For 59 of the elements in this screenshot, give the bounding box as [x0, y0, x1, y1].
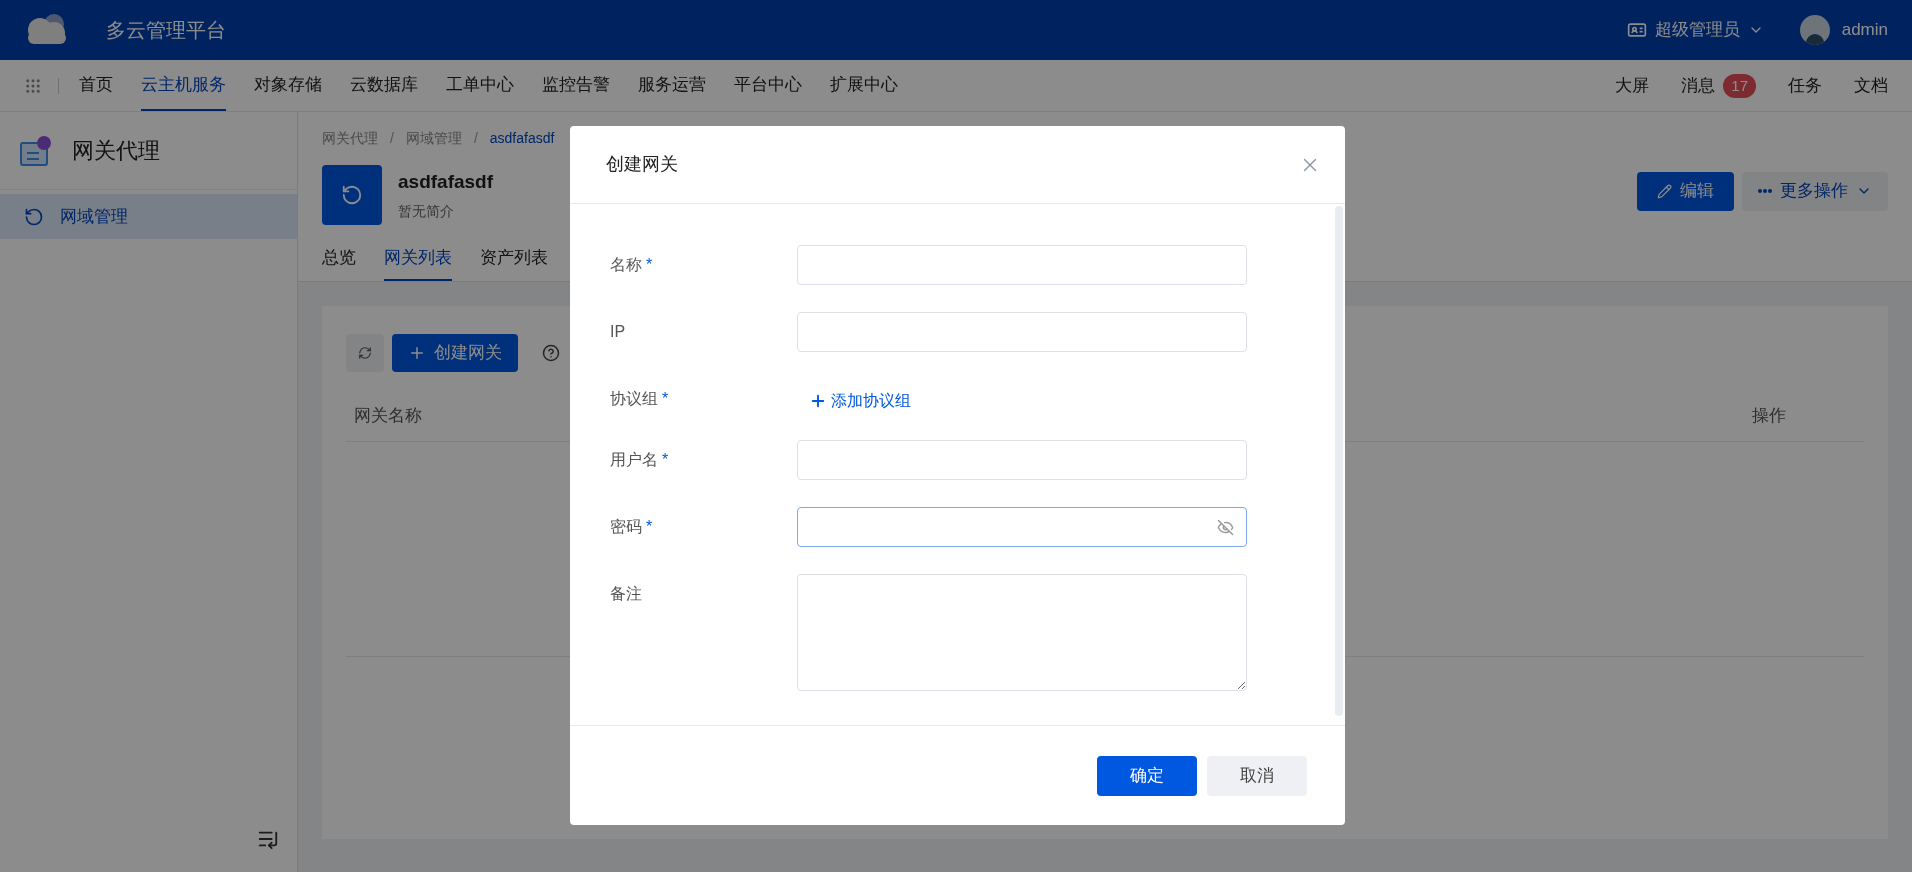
field-label: IP: [610, 322, 627, 342]
app-title: 多云管理平台: [106, 18, 226, 43]
nav-tab[interactable]: 监控告警: [542, 60, 610, 111]
help-icon[interactable]: [542, 343, 560, 362]
nav-tab[interactable]: 首页: [79, 60, 113, 111]
create-gateway-button[interactable]: 创建网关: [392, 333, 518, 372]
resource-description: 暂无简介: [398, 201, 455, 221]
password-input[interactable]: [797, 507, 1247, 547]
field-label: 协议组 *: [610, 389, 670, 409]
cycle-icon: [24, 206, 44, 227]
plus-icon: [809, 392, 827, 410]
confirm-button[interactable]: 确定: [1097, 755, 1197, 796]
nav-tab[interactable]: 云数据库: [350, 60, 418, 111]
refresh-button[interactable]: [346, 333, 384, 372]
breadcrumb-separator: /: [390, 129, 394, 148]
text-input[interactable]: [797, 440, 1247, 480]
ellipsis-icon: [1758, 189, 1772, 193]
nav-tab[interactable]: 扩展中心: [830, 60, 898, 111]
sidebar-item[interactable]: 网域管理: [0, 194, 297, 239]
resource-icon: [322, 165, 382, 225]
text-input[interactable]: [797, 245, 1247, 285]
refresh-icon: [358, 345, 372, 360]
id-card-icon: [1626, 20, 1647, 40]
sidebar-title: 网关代理: [72, 137, 160, 165]
remarks-textarea[interactable]: [797, 574, 1247, 691]
column-header: 网关名称: [354, 405, 422, 428]
user-menu[interactable]: admin: [1799, 15, 1888, 45]
pencil-icon: [1657, 183, 1672, 199]
add-protocol-group-link[interactable]: 添加协议组: [797, 379, 911, 413]
resource-name: asdfafasdf: [398, 170, 494, 195]
breadcrumb-separator: /: [473, 129, 478, 148]
tab[interactable]: 总览: [322, 245, 356, 281]
avatar-icon: [1799, 15, 1830, 45]
field-label: 名称 *: [610, 255, 654, 275]
count-badge: 17: [1723, 73, 1756, 98]
apps-grid-icon[interactable]: [24, 76, 42, 95]
nav-link[interactable]: 消息 17: [1681, 72, 1756, 99]
role-dropdown[interactable]: 超级管理员: [1626, 17, 1764, 43]
field-label: 用户名 *: [610, 450, 670, 470]
tab[interactable]: 资产列表: [480, 245, 548, 281]
nav-tab[interactable]: 对象存储: [254, 60, 322, 111]
text-input[interactable]: [797, 312, 1247, 352]
nav-link[interactable]: 任务: [1788, 72, 1822, 99]
eye-off-icon[interactable]: [1217, 518, 1234, 536]
nav-tab[interactable]: 服务运营: [638, 60, 706, 111]
nav-tab[interactable]: 平台中心: [734, 60, 802, 111]
field-label: 备注: [610, 584, 643, 604]
more-actions-button[interactable]: 更多操作: [1742, 171, 1888, 211]
edit-button[interactable]: 编辑: [1637, 171, 1734, 211]
column-header: 操作: [1752, 405, 1786, 428]
dialog-title: 创建网关: [606, 153, 678, 176]
gateway-app-icon: [20, 134, 52, 167]
field-label: 密码 *: [610, 517, 654, 537]
tab[interactable]: 网关列表: [384, 245, 452, 281]
cancel-button[interactable]: 取消: [1207, 755, 1307, 796]
nav-tab[interactable]: 工单中心: [446, 60, 514, 111]
nav-link[interactable]: 文档: [1854, 72, 1888, 99]
nav-link[interactable]: 大屏: [1615, 72, 1650, 99]
breadcrumb-item[interactable]: asdfafasdf: [489, 128, 555, 149]
